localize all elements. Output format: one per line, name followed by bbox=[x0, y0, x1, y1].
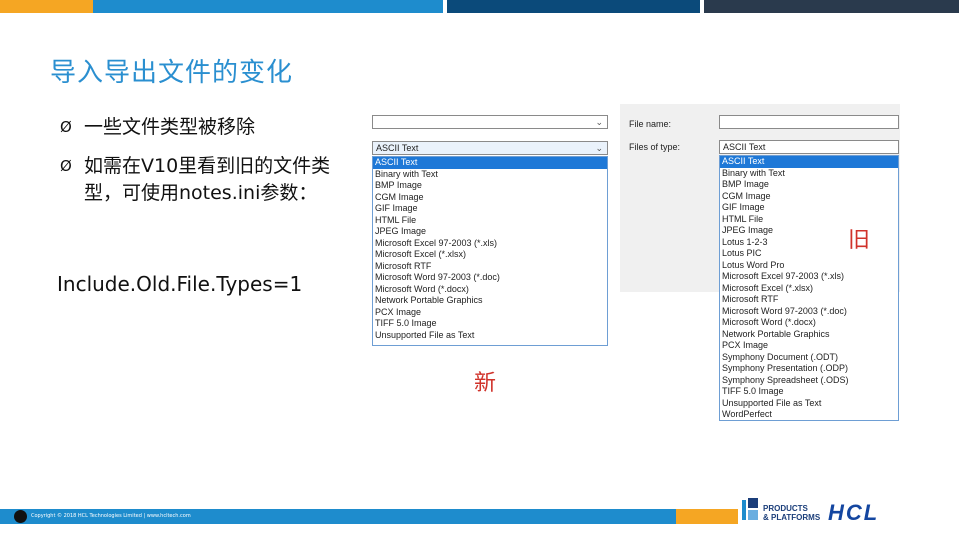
list-item[interactable]: Symphony Presentation (.ODP) bbox=[720, 363, 898, 375]
bullet-text: 一些文件类型被移除 bbox=[84, 116, 256, 138]
list-item[interactable]: Binary with Text bbox=[720, 168, 898, 180]
list-item[interactable]: WordPerfect bbox=[720, 409, 898, 421]
list-item[interactable]: JPEG Image bbox=[373, 226, 607, 238]
new-file-type-combo[interactable]: ASCII Text ⌄ bbox=[372, 141, 608, 155]
list-item[interactable]: Microsoft Excel 97-2003 (*.xls) bbox=[720, 271, 898, 283]
list-item[interactable]: BMP Image bbox=[720, 179, 898, 191]
list-item[interactable]: Unsupported File as Text bbox=[373, 330, 607, 342]
top-bar-navy bbox=[447, 0, 700, 13]
bullet-arrow-icon: Ø bbox=[60, 157, 72, 175]
top-bar-orange bbox=[0, 0, 93, 13]
list-item[interactable]: Microsoft RTF bbox=[720, 294, 898, 306]
new-file-name-combo[interactable]: ⌄ bbox=[372, 115, 608, 129]
bullet-arrow-icon: Ø bbox=[60, 118, 72, 136]
list-item[interactable]: HTML File bbox=[720, 214, 898, 226]
list-item[interactable]: Network Portable Graphics bbox=[373, 295, 607, 307]
old-caption: 旧 bbox=[848, 228, 871, 253]
slide-title: 导入导出文件的变化 bbox=[50, 58, 294, 88]
list-item[interactable]: JPEG Image bbox=[720, 225, 898, 237]
bullet-list: Ø 一些文件类型被移除 Ø 如需在V10里看到旧的文件类型，可使用notes.i… bbox=[60, 114, 350, 219]
list-item[interactable]: Microsoft Word 97-2003 (*.doc) bbox=[720, 306, 898, 318]
new-file-type-value: ASCII Text bbox=[376, 143, 419, 153]
chevron-down-icon[interactable]: ⌄ bbox=[595, 142, 603, 154]
bullet-item: Ø 如需在V10里看到旧的文件类型，可使用notes.ini参数： bbox=[60, 153, 350, 207]
old-file-type-list[interactable]: ASCII Text Binary with Text BMP Image CGM I… bbox=[719, 155, 899, 421]
list-item[interactable]: GIF Image bbox=[373, 203, 607, 215]
list-item[interactable]: Lotus Word Pro bbox=[720, 260, 898, 272]
file-name-label: File name: bbox=[629, 119, 672, 129]
hcl-logo: HCL bbox=[828, 500, 880, 525]
list-item[interactable]: CGM Image bbox=[373, 192, 607, 204]
list-item[interactable]: PCX Image bbox=[720, 340, 898, 352]
list-item[interactable]: Microsoft Excel (*.xlsx) bbox=[720, 283, 898, 295]
bullet-text: 如需在V10里看到旧的文件类型，可使用notes.ini参数： bbox=[84, 155, 331, 204]
list-item[interactable]: Symphony Spreadsheet (.ODS) bbox=[720, 375, 898, 387]
ini-parameter-text: Include.Old.File.Types=1 bbox=[57, 272, 303, 296]
new-caption: 新 bbox=[474, 371, 497, 396]
list-item[interactable]: Microsoft Word 97-2003 (*.doc) bbox=[373, 272, 607, 284]
top-color-bar bbox=[0, 0, 959, 13]
new-file-type-list[interactable]: ASCII Text Binary with Text BMP Image CGM I… bbox=[372, 156, 608, 346]
list-item[interactable]: Microsoft Word (*.docx) bbox=[373, 284, 607, 296]
list-item[interactable]: Unsupported File as Text bbox=[720, 398, 898, 410]
list-item[interactable]: ASCII Text bbox=[720, 156, 898, 168]
list-item[interactable]: Microsoft Excel (*.xlsx) bbox=[373, 249, 607, 261]
products-logo-line1: PRODUCTS bbox=[763, 504, 808, 513]
old-file-name-input[interactable] bbox=[719, 115, 899, 129]
footer-bar-orange bbox=[676, 509, 738, 524]
list-item[interactable]: CGM Image bbox=[720, 191, 898, 203]
top-bar-dark bbox=[704, 0, 959, 13]
list-item[interactable]: Lotus PIC bbox=[720, 248, 898, 260]
list-item[interactable]: HTML File bbox=[373, 215, 607, 227]
chevron-down-icon[interactable]: ⌄ bbox=[595, 116, 603, 128]
files-of-type-label: Files of type: bbox=[629, 142, 681, 152]
footer-copyright: Copyright © 2018 HCL Technologies Limite… bbox=[31, 513, 191, 519]
products-platforms-logo: PRODUCTS & PLATFORMS bbox=[763, 504, 820, 522]
list-item[interactable]: Binary with Text bbox=[373, 169, 607, 181]
list-item[interactable]: Microsoft Word (*.docx) bbox=[720, 317, 898, 329]
list-item[interactable]: BMP Image bbox=[373, 180, 607, 192]
list-item[interactable]: Microsoft RTF bbox=[373, 261, 607, 273]
old-file-type-combo[interactable]: ASCII Text bbox=[719, 140, 899, 154]
products-platforms-logo-icon bbox=[742, 498, 758, 520]
list-item[interactable]: PCX Image bbox=[373, 307, 607, 319]
list-item[interactable]: Network Portable Graphics bbox=[720, 329, 898, 341]
list-item[interactable]: GIF Image bbox=[720, 202, 898, 214]
top-bar-blue bbox=[93, 0, 443, 13]
list-item[interactable]: TIFF 5.0 Image bbox=[373, 318, 607, 330]
list-item[interactable]: Symphony Document (.ODT) bbox=[720, 352, 898, 364]
old-file-type-value: ASCII Text bbox=[723, 142, 766, 152]
list-item[interactable]: ASCII Text bbox=[373, 157, 607, 169]
footer-circle-icon bbox=[14, 510, 27, 523]
bullet-item: Ø 一些文件类型被移除 bbox=[60, 114, 350, 141]
list-item[interactable]: Microsoft Excel 97-2003 (*.xls) bbox=[373, 238, 607, 250]
list-item[interactable]: Lotus 1-2-3 bbox=[720, 237, 898, 249]
list-item[interactable]: TIFF 5.0 Image bbox=[720, 386, 898, 398]
products-logo-line2: & PLATFORMS bbox=[763, 513, 821, 522]
